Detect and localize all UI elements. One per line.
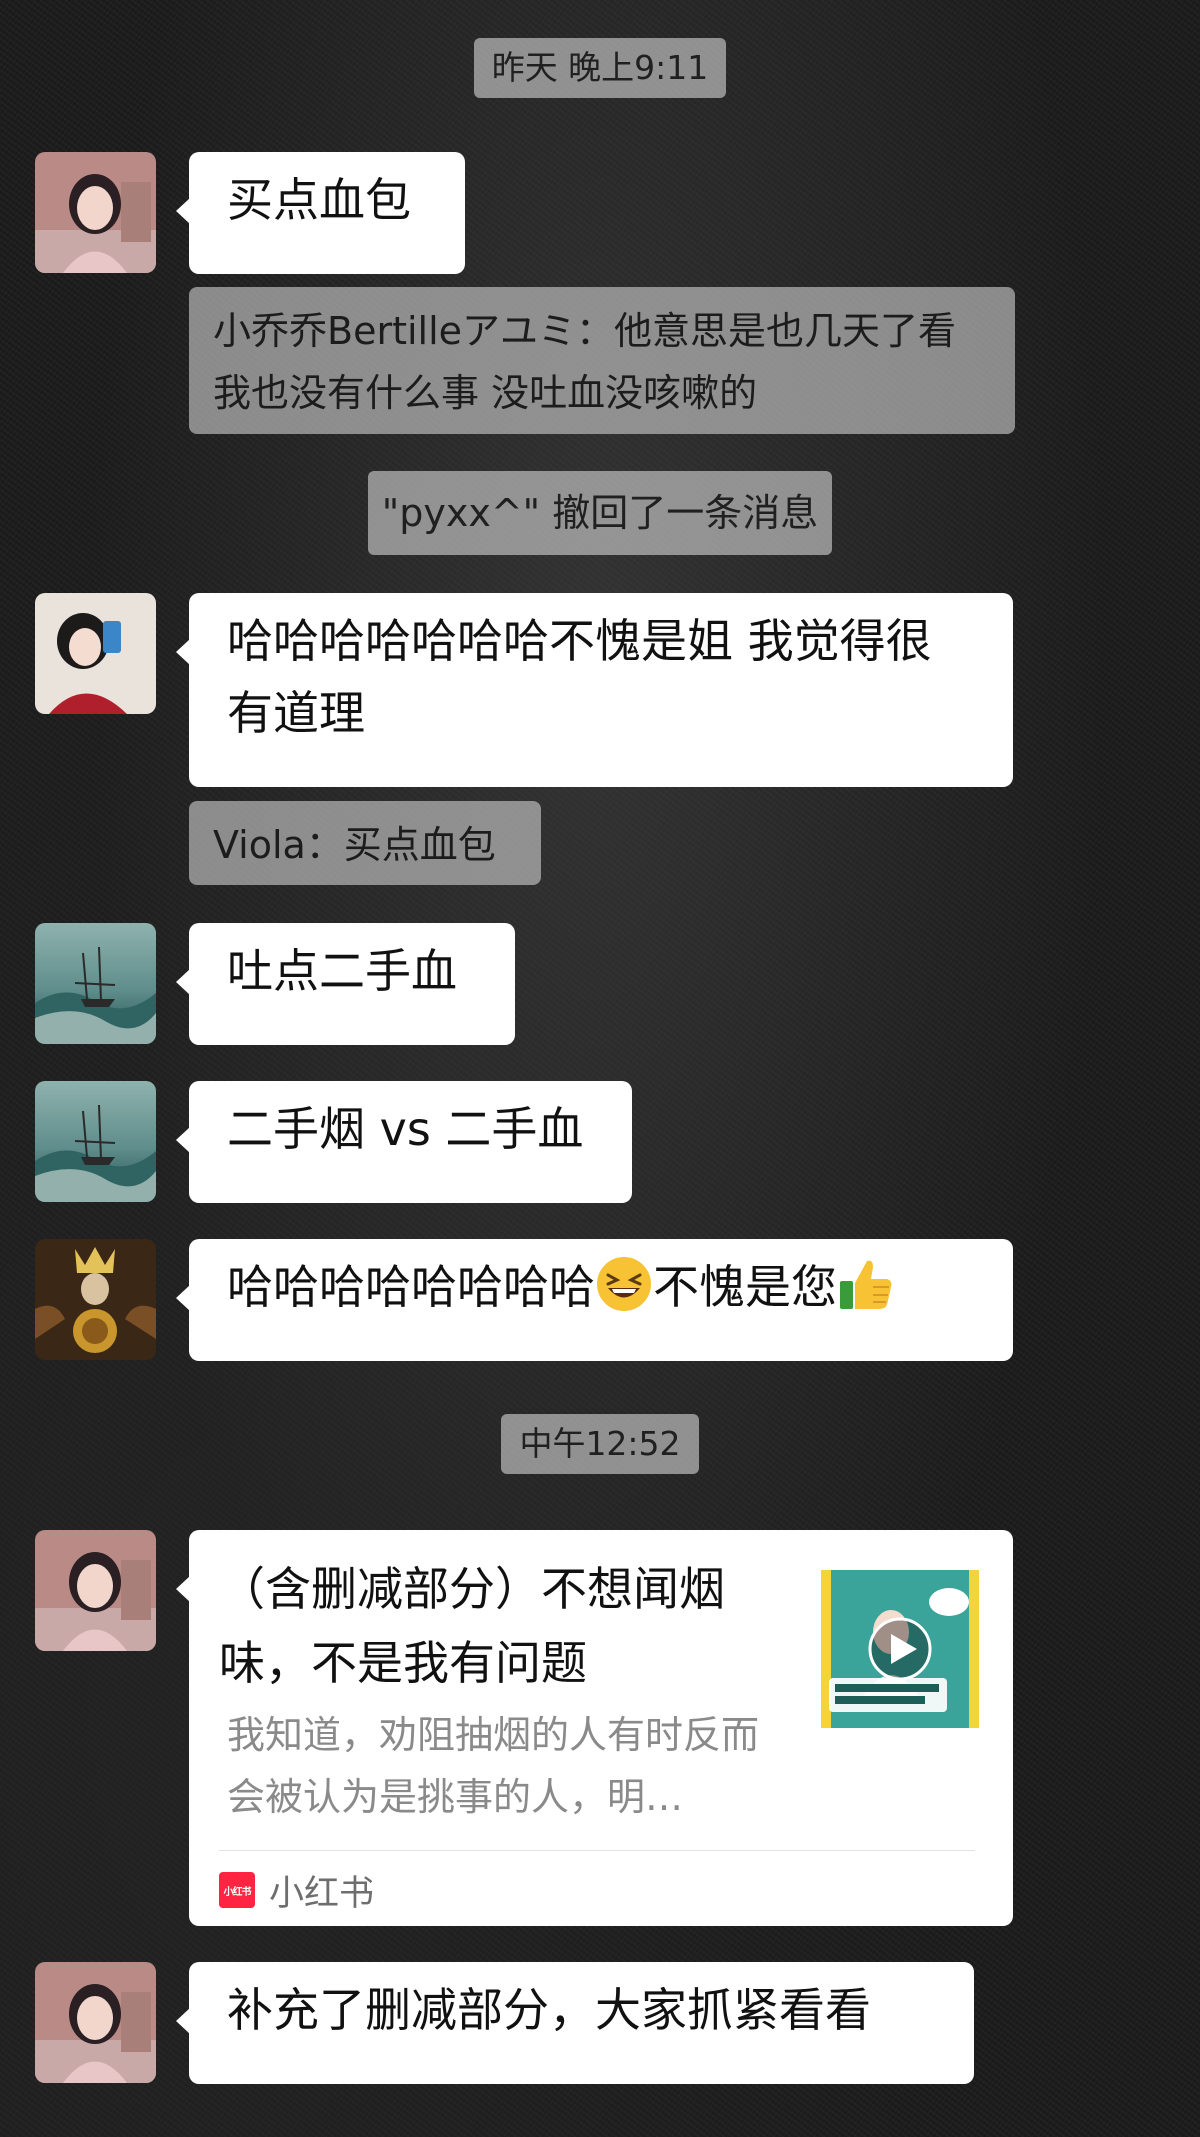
avatar-image xyxy=(35,152,156,273)
message-bubble[interactable]: 吐点二手血 xyxy=(176,923,515,1045)
quote-text: 小乔乔Bertilleアユミ：他意思是也几天了看我也没有什么事 没吐血没咳嗽的 xyxy=(213,309,957,415)
avatar-image xyxy=(35,1962,156,2083)
card-divider xyxy=(219,1850,975,1851)
chat-area: 昨天 晚上9:11 买点血包 小乔乔Bertilleアユミ：他意思是也几天了看我… xyxy=(0,0,1200,2137)
recall-notice: "pyxx^" 撤回了一条消息 xyxy=(367,471,833,555)
avatar-girl-mirror[interactable] xyxy=(35,593,156,714)
avatar-image xyxy=(35,593,156,714)
message-text: 二手烟 vs 二手血 xyxy=(227,1102,584,1156)
card-source-name: 小红书 xyxy=(269,1873,375,1914)
quote-text: Viola：买点血包 xyxy=(213,823,496,867)
message-bubble[interactable]: 哈哈哈哈哈哈哈哈 不愧是您 xyxy=(176,1239,1013,1361)
card-title: （含删减部分）不想闻烟味，不是我有问题 xyxy=(219,1562,725,1690)
video-thumbnail[interactable] xyxy=(821,1570,979,1728)
message-text: 哈哈哈哈哈哈哈不愧是姐 我觉得很有道理 xyxy=(227,614,932,740)
avatar-woman-pink[interactable] xyxy=(35,1962,156,2083)
message-bubble[interactable]: 买点血包 xyxy=(176,152,465,274)
card-description: 我知道，劝阻抽烟的人有时反而会被认为是挑事的人，明… xyxy=(227,1713,760,1819)
avatar-image xyxy=(35,923,156,1044)
avatar-tarot-card[interactable] xyxy=(35,1239,156,1360)
timestamp-row: 昨天 晚上9:11 xyxy=(0,38,1200,98)
quoted-message[interactable]: 小乔乔Bertilleアユミ：他意思是也几天了看我也没有什么事 没吐血没咳嗽的 xyxy=(189,287,1015,434)
avatar-woman-pink[interactable] xyxy=(35,152,156,273)
grinning-squint-emoji xyxy=(597,1257,651,1311)
message-text: 补充了删减部分，大家抓紧看看 xyxy=(227,1983,871,2037)
message-bubble[interactable]: 二手烟 vs 二手血 xyxy=(176,1081,632,1203)
avatar-woman-pink[interactable] xyxy=(35,1530,156,1651)
play-icon xyxy=(868,1617,932,1681)
message-bubble[interactable]: 哈哈哈哈哈哈哈不愧是姐 我觉得很有道理 xyxy=(176,593,1013,787)
timestamp-label: 中午12:52 xyxy=(501,1414,699,1474)
message-text: 吐点二手血 xyxy=(227,944,457,998)
message-text: 不愧是您 xyxy=(653,1260,837,1314)
message-text: 买点血包 xyxy=(227,173,411,227)
link-card[interactable]: （含删减部分）不想闻烟味，不是我有问题 我知道，劝阻抽烟的人有时反而会被认为是挑… xyxy=(176,1530,1013,1926)
avatar-image xyxy=(35,1239,156,1360)
thumbs-up-emoji xyxy=(840,1260,892,1309)
xiaohongshu-logo: 小红书 xyxy=(219,1872,255,1908)
avatar-ship-painting[interactable] xyxy=(35,923,156,1044)
timestamp-label: 昨天 晚上9:11 xyxy=(473,38,727,98)
message-bubble[interactable]: 补充了删减部分，大家抓紧看看 xyxy=(176,1962,974,2084)
recall-notice-row: "pyxx^" 撤回了一条消息 xyxy=(0,471,1200,555)
message-text: 哈哈哈哈哈哈哈哈 xyxy=(227,1260,595,1314)
avatar-ship-painting[interactable] xyxy=(35,1081,156,1202)
timestamp-row: 中午12:52 xyxy=(0,1414,1200,1474)
avatar-image xyxy=(35,1530,156,1651)
card-source: 小红书 小红书 xyxy=(219,1868,374,1914)
quoted-message[interactable]: Viola：买点血包 xyxy=(189,801,541,885)
avatar-image xyxy=(35,1081,156,1202)
thumbnail-image xyxy=(821,1570,979,1728)
